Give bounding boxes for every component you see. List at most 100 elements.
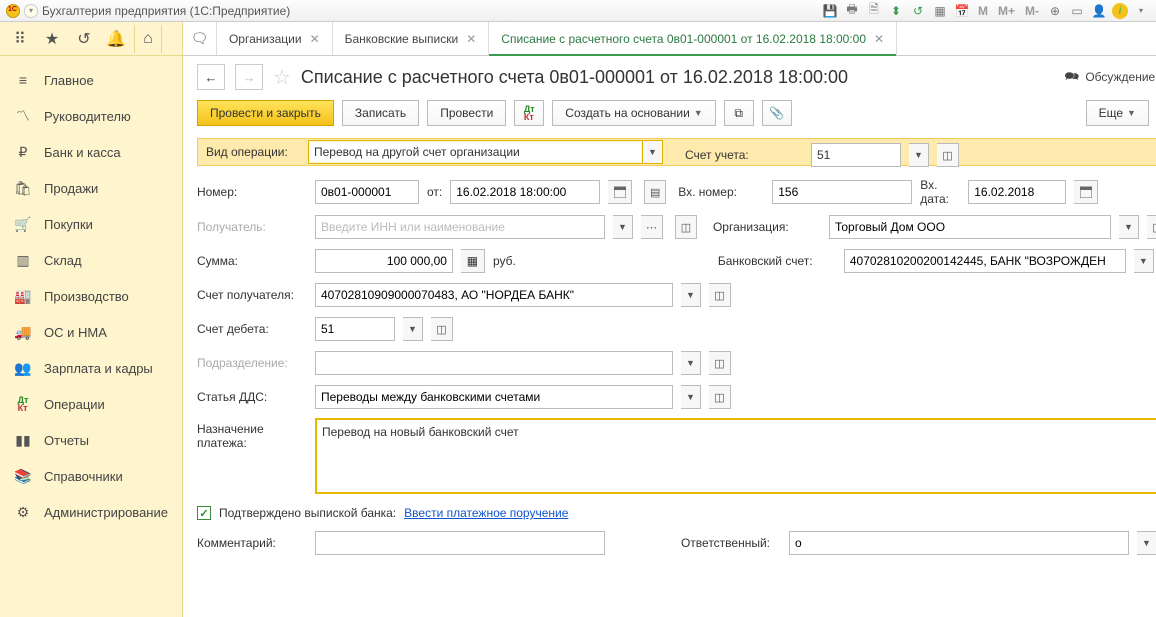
open-icon[interactable]: ◫ xyxy=(675,215,697,239)
sidebar-item-reports[interactable]: ▮▮Отчеты xyxy=(0,422,182,458)
open-icon[interactable]: ◫ xyxy=(709,351,731,375)
memory-m-button[interactable]: M xyxy=(975,4,991,18)
payment-order-link[interactable]: Ввести платежное поручение xyxy=(404,506,568,520)
dropdown-icon[interactable]: ▼ xyxy=(613,215,633,239)
tab-bank-statements[interactable]: Банковские выписки✕ xyxy=(333,22,490,55)
sidebar-item-main[interactable]: ≡Главное xyxy=(0,62,182,98)
history-icon[interactable]: ↺ xyxy=(70,25,98,53)
post-and-close-button[interactable]: Провести и закрыть xyxy=(197,100,334,126)
open-icon[interactable]: ◫ xyxy=(1147,215,1156,239)
ellipsis-icon[interactable]: ⋯ xyxy=(641,215,663,239)
compare-icon[interactable]: ⬍ xyxy=(887,2,905,20)
open-icon[interactable]: ◫ xyxy=(431,317,453,341)
dropdown-icon[interactable]: ▼ xyxy=(403,317,423,341)
account-input[interactable]: 51 xyxy=(811,143,901,167)
star-icon[interactable]: ☆ xyxy=(273,65,291,90)
bank-account-input[interactable] xyxy=(844,249,1126,273)
windows-icon[interactable]: ▭ xyxy=(1068,2,1086,20)
print-icon[interactable]: 🖶 xyxy=(843,2,861,20)
operation-input[interactable]: Перевод на другой счет организации xyxy=(308,140,643,164)
sidebar-item-operations[interactable]: ДтКтОперации xyxy=(0,386,182,422)
dropdown-icon[interactable]: ▼ xyxy=(909,143,929,167)
dds-input[interactable] xyxy=(315,385,673,409)
titlebar-dropdown-icon[interactable]: ▾ xyxy=(24,4,38,18)
open-icon[interactable]: ◫ xyxy=(709,283,731,307)
incoming-date-input[interactable] xyxy=(968,180,1066,204)
caret-down-icon: ▼ xyxy=(694,108,703,118)
calculator-icon[interactable]: ▦ xyxy=(931,2,949,20)
purpose-textarea[interactable]: Перевод на новый банковский счет xyxy=(315,418,1156,494)
favorites-icon[interactable]: ★ xyxy=(38,25,66,53)
close-icon[interactable]: ✕ xyxy=(466,32,476,46)
post-button[interactable]: Провести xyxy=(427,100,506,126)
sidebar-item-manager[interactable]: 〽Руководителю xyxy=(0,98,182,134)
sidebar-item-bank[interactable]: ₽Банк и касса xyxy=(0,134,182,170)
sidebar-item-sales[interactable]: 🛍Продажи xyxy=(0,170,182,206)
dropdown-icon[interactable]: ▼ xyxy=(1119,215,1139,239)
forward-button[interactable]: → xyxy=(235,64,263,90)
refresh-icon[interactable]: ↺ xyxy=(909,2,927,20)
tab-organizations[interactable]: Организации✕ xyxy=(217,22,333,55)
dropdown-icon[interactable]: ▼ xyxy=(681,351,701,375)
bars-icon: ▮▮ xyxy=(14,432,32,448)
incoming-no-input[interactable] xyxy=(772,180,912,204)
dropdown-icon[interactable]: ▼ xyxy=(1134,249,1154,273)
preview-icon[interactable]: 🗎 xyxy=(865,2,883,20)
calculator-icon[interactable]: ▦ xyxy=(461,249,485,273)
sidebar-item-warehouse[interactable]: ▥Склад xyxy=(0,242,182,278)
dropdown-icon[interactable]: ▼ xyxy=(1137,531,1156,555)
number-input[interactable] xyxy=(315,180,419,204)
open-icon[interactable]: ◫ xyxy=(937,143,959,167)
discuss-button[interactable]: 🗪Обсуждение xyxy=(1064,67,1155,88)
info-caret-icon[interactable]: ▾ xyxy=(1132,2,1150,20)
sidebar-item-admin[interactable]: ⚙Администрирование xyxy=(0,494,182,530)
more-button[interactable]: Еще▼ xyxy=(1086,100,1149,126)
tab-writeoff[interactable]: Списание с расчетного счета 0в01-000001 … xyxy=(489,22,897,55)
titlebar: ▾ Бухгалтерия предприятия (1С:Предприяти… xyxy=(0,0,1156,22)
recipient-account-label: Счет получателя: xyxy=(197,288,307,302)
sum-input[interactable] xyxy=(315,249,453,273)
dropdown-icon[interactable]: ▼ xyxy=(681,385,701,409)
home-icon[interactable]: ⌂ xyxy=(134,25,162,53)
date-label: от: xyxy=(427,185,442,199)
close-icon[interactable]: ✕ xyxy=(310,32,320,46)
discussions-icon[interactable]: 🗨 xyxy=(183,22,217,55)
memory-mminus-button[interactable]: M- xyxy=(1022,4,1042,18)
org-input[interactable] xyxy=(829,215,1111,239)
apps-icon[interactable]: ⠿ xyxy=(6,25,34,53)
close-icon[interactable]: ✕ xyxy=(874,32,884,46)
calendar-icon[interactable] xyxy=(1074,180,1098,204)
zoom-icon[interactable]: ⊕ xyxy=(1046,2,1064,20)
recipient-input[interactable] xyxy=(315,215,605,239)
sidebar-item-hr[interactable]: 👥Зарплата и кадры xyxy=(0,350,182,386)
sidebar-item-refs[interactable]: 📚Справочники xyxy=(0,458,182,494)
attach-button[interactable]: 📎 xyxy=(762,100,792,126)
notifications-icon[interactable]: 🔔 xyxy=(102,25,130,53)
memory-mplus-button[interactable]: M+ xyxy=(995,4,1018,18)
comment-input[interactable] xyxy=(315,531,605,555)
confirmed-checkbox[interactable]: ✓ xyxy=(197,506,211,520)
open-icon[interactable]: ◫ xyxy=(709,385,731,409)
sidebar-item-production[interactable]: 🏭Производство xyxy=(0,278,182,314)
user-icon[interactable]: 👤 xyxy=(1090,2,1108,20)
calendar-icon[interactable] xyxy=(608,180,632,204)
sidebar-item-purchases[interactable]: 🛒Покупки xyxy=(0,206,182,242)
factory-icon: 🏭 xyxy=(14,288,32,304)
calendar-icon[interactable]: 📅 xyxy=(953,2,971,20)
info-icon[interactable]: i xyxy=(1112,3,1128,19)
dtkt-button[interactable]: ДтКт xyxy=(514,100,544,126)
recipient-account-input[interactable] xyxy=(315,283,673,307)
sidebar-item-assets[interactable]: 🚚ОС и НМА xyxy=(0,314,182,350)
debit-input[interactable] xyxy=(315,317,395,341)
create-based-button[interactable]: Создать на основании▼ xyxy=(552,100,715,126)
back-button[interactable]: ← xyxy=(197,64,225,90)
doc-icon[interactable]: ▤ xyxy=(644,180,666,204)
save-icon[interactable]: 💾 xyxy=(821,2,839,20)
structure-button[interactable]: ⧉ xyxy=(724,100,754,126)
date-input[interactable] xyxy=(450,180,600,204)
responsible-input[interactable] xyxy=(789,531,1129,555)
dropdown-icon[interactable]: ▼ xyxy=(643,140,663,164)
save-button[interactable]: Записать xyxy=(342,100,419,126)
dropdown-icon[interactable]: ▼ xyxy=(681,283,701,307)
department-input[interactable] xyxy=(315,351,673,375)
